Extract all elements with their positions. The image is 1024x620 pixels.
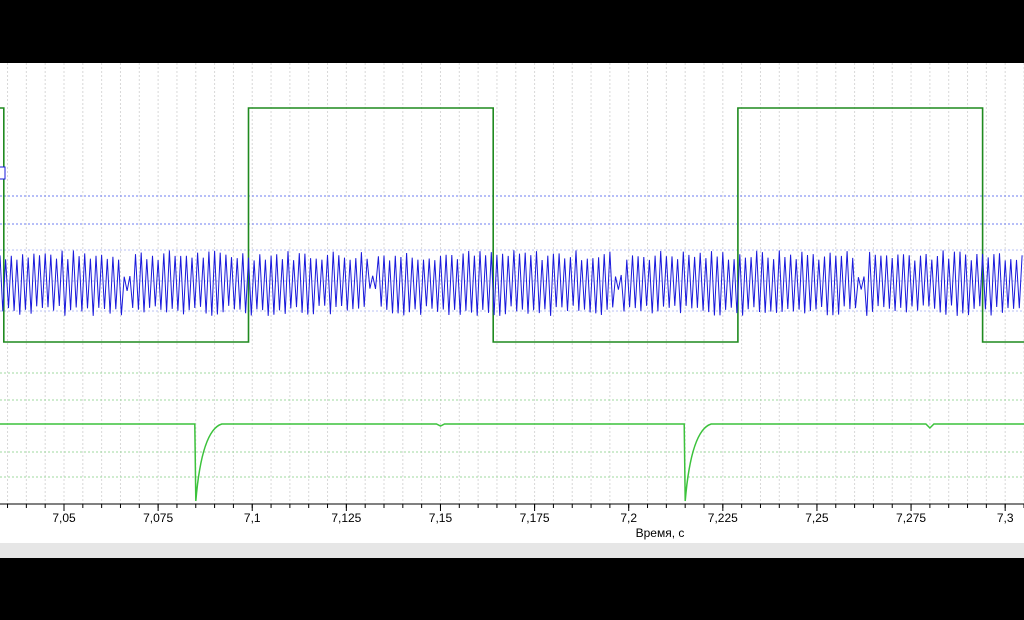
status-strip (0, 543, 1024, 558)
x-tick-label: 7,15 (429, 511, 453, 525)
x-tick-label: 7,275 (896, 511, 926, 525)
x-tick-label: 7,3 (997, 511, 1014, 525)
oscilloscope-frame: 7,05 7,075 7,1 7,125 7,15 7,175 7,2 7,225 7,25 7,… (0, 63, 1024, 558)
channel-marker[interactable] (0, 166, 6, 180)
x-tick-label: 7,25 (805, 511, 829, 525)
x-tick-label: 7,1 (244, 511, 261, 525)
x-tick-label: 7,175 (520, 511, 550, 525)
x-axis-title: Время, с (636, 526, 685, 540)
x-tick-label: 7,125 (331, 511, 361, 525)
x-tick-label: 7,075 (143, 511, 173, 525)
x-tick-label: 7,05 (52, 511, 76, 525)
x-tick-label: 7,225 (708, 511, 738, 525)
x-tick-label: 7,2 (620, 511, 637, 525)
plot-area[interactable]: 7,05 7,075 7,1 7,125 7,15 7,175 7,2 7,225 7,25 7,… (0, 63, 1024, 558)
marker-layer (0, 166, 6, 180)
